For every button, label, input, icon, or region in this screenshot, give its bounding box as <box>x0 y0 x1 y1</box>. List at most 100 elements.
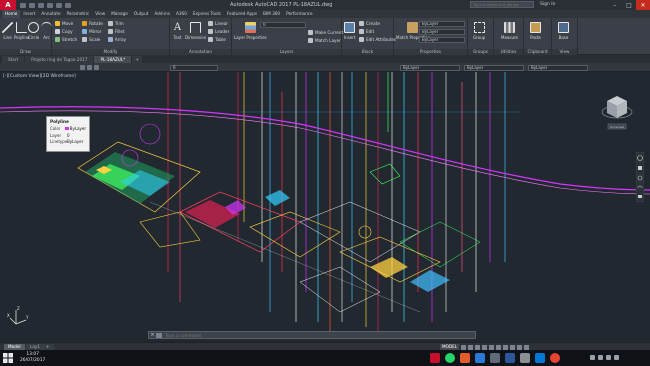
file-tab-start[interactable]: Start <box>2 56 25 63</box>
word-icon[interactable] <box>505 353 515 363</box>
tab-manage[interactable]: Manage <box>108 10 131 18</box>
tab-express-tools[interactable]: Express Tools <box>190 10 224 18</box>
insert-tool[interactable]: Insert <box>344 22 355 40</box>
line-tool[interactable]: Line <box>2 22 13 40</box>
array-tool[interactable]: Array <box>107 37 126 42</box>
battery-icon[interactable] <box>606 355 611 360</box>
layer-dropdown[interactable]: 0 <box>260 22 306 28</box>
maximize-button[interactable]: □ <box>622 0 636 10</box>
viewcube[interactable]: Unnamed <box>600 90 634 134</box>
outlook-icon[interactable] <box>475 353 485 363</box>
tab-insert[interactable]: Insert <box>20 10 38 18</box>
toolbar-lineweight-dropdown[interactable]: ByLayer <box>528 64 588 71</box>
match-layer-tool[interactable]: Match Layer <box>308 38 343 43</box>
leader-tool[interactable]: Leader <box>208 29 229 34</box>
lineweight-icon[interactable] <box>496 344 502 350</box>
close-button[interactable]: ✕ <box>636 0 650 10</box>
table-tool[interactable]: Table <box>208 37 229 42</box>
network-icon[interactable] <box>590 355 595 360</box>
layer-lock-icon[interactable] <box>94 65 99 70</box>
application-menu-button[interactable]: A <box>0 0 16 10</box>
command-close-icon[interactable]: × <box>149 332 156 338</box>
windows-start-icon[interactable] <box>3 353 13 363</box>
new-icon[interactable] <box>20 2 26 8</box>
group-tool[interactable]: Group <box>473 22 485 40</box>
fillet-tool[interactable]: Fillet <box>107 29 126 34</box>
stretch-tool[interactable]: Stretch <box>55 37 77 42</box>
office-icon[interactable] <box>460 353 470 363</box>
notifications-icon[interactable] <box>614 355 619 360</box>
file-explorer-icon[interactable] <box>490 353 500 363</box>
tab-output[interactable]: Output <box>131 10 152 18</box>
tab-bim-360[interactable]: BIM 360 <box>260 10 283 18</box>
arc-tool[interactable]: Arc <box>41 22 52 40</box>
base-tool[interactable]: Base <box>558 22 569 40</box>
taskbar-clock[interactable]: 13:07 26/07/2017 <box>20 352 45 364</box>
chrome-icon[interactable] <box>550 353 560 363</box>
new-file-tab-button[interactable]: + <box>132 56 142 63</box>
file-tab-pl18azul[interactable]: PL-18AZUL* <box>94 56 132 63</box>
snap-icon[interactable] <box>468 344 474 350</box>
text-tool[interactable]: A Text <box>172 22 183 40</box>
create-block-tool[interactable]: Create <box>359 21 396 26</box>
color-dropdown[interactable]: ByLayer <box>419 21 465 27</box>
undo-icon[interactable] <box>56 2 62 8</box>
open-icon[interactable] <box>29 2 35 8</box>
move-tool[interactable]: Move <box>55 21 77 26</box>
paste-tool[interactable]: Paste <box>530 22 541 40</box>
fullscreen-icon[interactable] <box>517 344 523 350</box>
workspace-gear-icon[interactable] <box>510 344 516 350</box>
edge-icon[interactable] <box>535 353 545 363</box>
tab-featured-apps[interactable]: Featured Apps <box>224 10 260 18</box>
save-icon[interactable] <box>38 2 44 8</box>
tab-parametric[interactable]: Parametric <box>64 10 93 18</box>
mirror-tool[interactable]: Mirror <box>82 29 103 34</box>
tab-a360[interactable]: A360 <box>173 10 190 18</box>
grid-icon[interactable] <box>461 344 467 350</box>
edit-block-tool[interactable]: Edit <box>359 29 396 34</box>
rotate-tool[interactable]: Rotate <box>82 21 103 26</box>
viewport-controls-label[interactable]: [-][Custom View][2D Wireframe] <box>3 74 76 79</box>
tab-annotate[interactable]: Annotate <box>38 10 63 18</box>
command-history-icon[interactable] <box>156 332 162 338</box>
tab-home[interactable]: Home <box>2 10 21 18</box>
navigation-bar[interactable] <box>636 152 644 202</box>
trim-tool[interactable]: Trim <box>107 21 126 26</box>
search-input[interactable] <box>470 1 534 8</box>
tab-view[interactable]: View <box>92 10 108 18</box>
layer-on-icon[interactable] <box>80 65 85 70</box>
toolbar-linetype-dropdown[interactable]: ByLayer <box>464 64 524 71</box>
polar-icon[interactable] <box>482 344 488 350</box>
circle-tool[interactable]: Circle <box>28 22 39 40</box>
sign-in-link[interactable]: Sign In <box>540 2 555 7</box>
customize-menu-icon[interactable] <box>524 344 530 350</box>
autocad-taskbar-icon[interactable] <box>430 353 440 363</box>
scale-tool[interactable]: Scale <box>82 37 103 42</box>
redo-icon[interactable] <box>65 2 71 8</box>
toolbar-color-dropdown[interactable]: ByLayer <box>400 64 460 71</box>
command-input[interactable] <box>165 332 465 338</box>
drawing-canvas[interactable] <box>0 72 650 342</box>
minimize-button[interactable]: – <box>608 0 622 10</box>
showmotion-icon[interactable] <box>638 195 642 198</box>
tab-add-ins[interactable]: Add-ins <box>151 10 173 18</box>
dimension-tool[interactable]: Dimension <box>185 22 206 40</box>
linetype-dropdown[interactable]: ByLayer <box>419 29 465 35</box>
lineweight-dropdown[interactable]: ByLayer <box>419 37 465 43</box>
measure-tool[interactable]: Measure <box>501 22 518 40</box>
volume-icon[interactable] <box>598 355 603 360</box>
file-tab-projeto[interactable]: Projeto ring de Tagoa 2017 <box>25 56 94 63</box>
pan-icon[interactable] <box>638 166 642 170</box>
osnap-icon[interactable] <box>489 344 495 350</box>
make-current-tool[interactable]: Make Current <box>308 30 343 35</box>
ortho-icon[interactable] <box>475 344 481 350</box>
save-as-icon[interactable] <box>47 2 53 8</box>
toolbar-layer-dropdown[interactable]: 0 <box>170 64 218 71</box>
edit-attributes-tool[interactable]: Edit Attributes <box>359 37 396 42</box>
drawing-viewport[interactable]: [-][Custom View][2D Wireframe] Unnamed P… <box>0 72 650 342</box>
annotation-scale-icon[interactable] <box>503 344 509 350</box>
layer-freeze-icon[interactable] <box>87 65 92 70</box>
whatsapp-icon[interactable] <box>445 353 455 363</box>
copy-tool[interactable]: Copy <box>55 29 77 34</box>
app-icon[interactable] <box>520 353 530 363</box>
